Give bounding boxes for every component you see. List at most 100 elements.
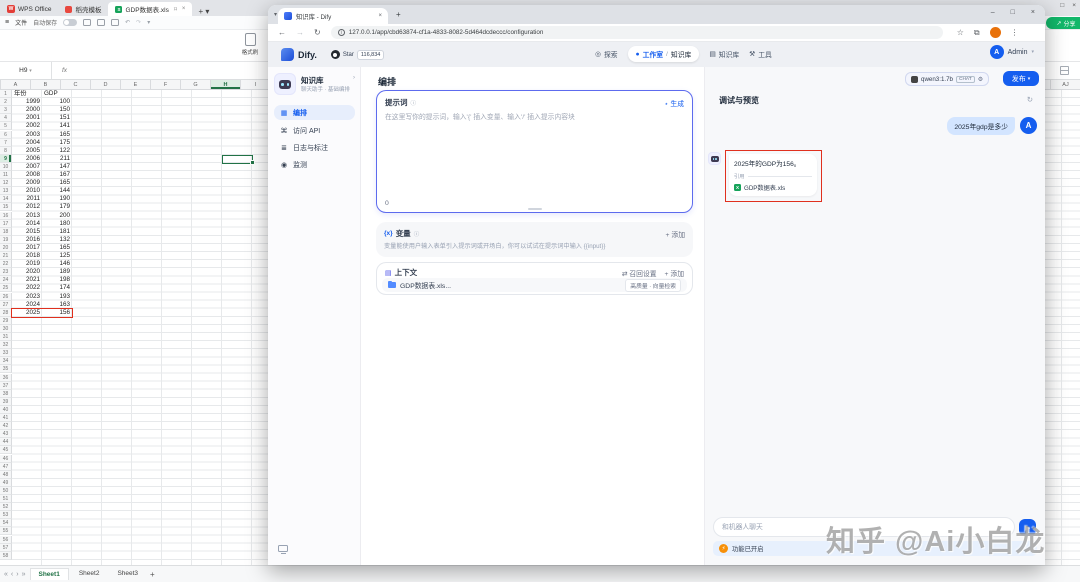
browser-share-icon[interactable]: ⧉ [974, 28, 980, 38]
row-header-37[interactable]: 37 [0, 382, 12, 390]
grid-cell[interactable]: 165 [42, 131, 72, 139]
restart-conversation-icon[interactable]: ↻ [1027, 95, 1033, 104]
grid-cell[interactable]: 2011 [12, 195, 42, 203]
generate-button[interactable]: ⋆ 生成 [664, 98, 684, 108]
row-header-52[interactable]: 52 [0, 503, 12, 511]
column-header-H[interactable]: H [211, 80, 241, 89]
row-header-9[interactable]: 9 [0, 155, 12, 163]
add-variable-button[interactable]: + 添加 [666, 229, 685, 239]
grid-cell[interactable]: GDP [42, 90, 72, 98]
row-header-16[interactable]: 16 [0, 212, 12, 220]
app-icon[interactable] [274, 73, 296, 95]
row-header-26[interactable]: 26 [0, 293, 12, 301]
grid-cell[interactable]: 2023 [12, 293, 42, 301]
row-header-51[interactable]: 51 [0, 495, 12, 503]
column-header-F[interactable]: F [151, 80, 181, 89]
column-header-I[interactable]: I [241, 80, 271, 89]
model-settings-icon[interactable]: ⚙ [978, 76, 983, 83]
row-header-29[interactable]: 29 [0, 317, 12, 325]
row-header-38[interactable]: 38 [0, 390, 12, 398]
features-bar[interactable]: ⚡ 功能已开启 [713, 541, 1037, 556]
model-selector[interactable]: qwen3:1.7b CHAT ⚙ [905, 72, 989, 86]
grid-cell[interactable]: 181 [42, 228, 72, 236]
grid-cell[interactable]: 2013 [12, 212, 42, 220]
row-header-11[interactable]: 11 [0, 171, 12, 179]
sidebar-item-logs[interactable]: ≣ 日志与标注 [274, 140, 355, 155]
grid-cell[interactable]: 180 [42, 220, 72, 228]
maximize-icon[interactable]: □ [1011, 9, 1015, 16]
send-icon[interactable]: ▶ [1019, 519, 1036, 536]
grid-cell[interactable]: 100 [42, 98, 72, 106]
grid-cell[interactable]: 141 [42, 122, 72, 130]
nav-knowledge[interactable]: ▤ 知识库 [709, 49, 739, 59]
close-tab-icon[interactable]: × [378, 13, 382, 19]
add-sheet-button[interactable]: + [150, 570, 155, 579]
grid-cell[interactable]: 年份 [12, 90, 42, 98]
github-star-widget[interactable]: Star 116,834 [331, 50, 385, 60]
row-header-36[interactable]: 36 [0, 374, 12, 382]
sidebar-item-orchestrate[interactable]: ▦ 编排 [274, 105, 355, 120]
wps-docer-tab[interactable]: 稻壳模板 [58, 2, 108, 16]
row-header-24[interactable]: 24 [0, 276, 12, 284]
chat-input[interactable] [713, 517, 1015, 537]
autosave-toggle[interactable] [63, 19, 77, 26]
row-header-6[interactable]: 6 [0, 131, 12, 139]
pin-icon[interactable]: ⌑ [174, 6, 177, 13]
row-header-53[interactable]: 53 [0, 511, 12, 519]
grid-cell[interactable]: 146 [42, 260, 72, 268]
first-sheet-icon[interactable]: « [4, 571, 8, 578]
redo-icon[interactable]: ↷ [136, 19, 141, 26]
account-menu[interactable]: A Admin ▾ [990, 45, 1034, 59]
bookmark-star-icon[interactable]: ☆ [957, 28, 964, 37]
name-box[interactable]: H9 ▾ [0, 62, 52, 79]
grid-cell[interactable]: 2004 [12, 139, 42, 147]
row-header-56[interactable]: 56 [0, 536, 12, 544]
grid-cell[interactable]: 189 [42, 268, 72, 276]
grid-cell[interactable]: 2005 [12, 147, 42, 155]
grid-cell[interactable]: 179 [42, 203, 72, 211]
grid-cell[interactable]: 2003 [12, 131, 42, 139]
row-header-20[interactable]: 20 [0, 244, 12, 252]
grid-cell[interactable]: 125 [42, 252, 72, 260]
row-header-44[interactable]: 44 [0, 438, 12, 446]
row-header-58[interactable]: 58 [0, 552, 12, 560]
row-header-19[interactable]: 19 [0, 236, 12, 244]
grid-cell[interactable]: 122 [42, 147, 72, 155]
new-tab-icon[interactable]: + [396, 10, 401, 19]
grid-cell[interactable]: 2001 [12, 114, 42, 122]
row-header-41[interactable]: 41 [0, 414, 12, 422]
forward-icon[interactable]: → [296, 28, 304, 37]
grid-cell[interactable]: 2019 [12, 260, 42, 268]
prompt-panel[interactable]: 提示词 ⓘ ⋆ 生成 在这里写你的提示词，输入'{' 插入变量、输入'/' 插入… [376, 90, 693, 213]
row-header-22[interactable]: 22 [0, 260, 12, 268]
row-header-55[interactable]: 55 [0, 527, 12, 535]
sheet-tab-sheet2[interactable]: Sheet2 [71, 568, 108, 580]
grid-cell[interactable]: 2012 [12, 203, 42, 211]
grid-cell[interactable]: 2006 [12, 155, 42, 163]
grid-cell[interactable]: 2009 [12, 179, 42, 187]
grid-cell[interactable]: 2000 [12, 106, 42, 114]
nav-tools[interactable]: ⚒ 工具 [749, 49, 772, 59]
row-header-48[interactable]: 48 [0, 471, 12, 479]
grid-cell[interactable]: 1999 [12, 98, 42, 106]
grid-cell[interactable]: 147 [42, 163, 72, 171]
row-header-15[interactable]: 15 [0, 203, 12, 211]
row-header-1[interactable]: 1 [0, 90, 12, 98]
row-header-8[interactable]: 8 [0, 147, 12, 155]
column-header-E[interactable]: E [121, 80, 151, 89]
grid-cell[interactable]: 167 [42, 171, 72, 179]
url-bar[interactable]: i 127.0.0.1/app/cbd63874-cf1a-4833-8082-… [331, 26, 943, 39]
last-sheet-icon[interactable]: » [22, 571, 26, 578]
row-header-43[interactable]: 43 [0, 430, 12, 438]
row-header-40[interactable]: 40 [0, 406, 12, 414]
browser-tab[interactable]: 知识库 - Dify × [278, 8, 388, 24]
row-header-45[interactable]: 45 [0, 446, 12, 454]
close-tab-icon[interactable]: × [182, 6, 186, 12]
collapse-icon[interactable]: › [353, 75, 355, 81]
grid-cell[interactable]: 193 [42, 293, 72, 301]
refresh-icon[interactable]: ↻ [314, 28, 321, 37]
minimize-icon[interactable]: – [991, 9, 995, 16]
column-header-C[interactable]: C [61, 80, 91, 89]
grid-cell[interactable]: 144 [42, 187, 72, 195]
grid-cell[interactable]: 175 [42, 139, 72, 147]
